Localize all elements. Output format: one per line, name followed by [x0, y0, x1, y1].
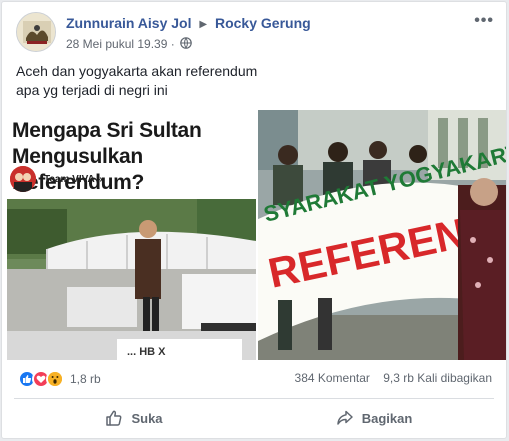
author-avatar[interactable] — [16, 12, 56, 52]
globe-icon[interactable] — [180, 37, 192, 52]
wow-reaction-icon — [46, 370, 64, 388]
shares-count-link[interactable]: 9,3 rb Kali dibagikan — [383, 371, 492, 385]
post-actions-bar: Suka Bagikan — [14, 400, 494, 436]
comments-count-link[interactable]: 384 Komentar — [295, 371, 370, 385]
share-button[interactable]: Bagikan — [254, 400, 494, 436]
post-body-text: Aceh dan yogyakarta akan referendum apa … — [16, 62, 257, 100]
engagement-stats: 384 Komentar 9,3 rb Kali dibagikan — [295, 371, 492, 385]
like-label: Suka — [131, 410, 163, 426]
target-name-link[interactable]: Rocky Gerung — [215, 15, 311, 31]
thumbs-up-icon — [106, 410, 122, 426]
share-arrow-icon — [336, 410, 353, 425]
play-arrow-icon: ▶ — [199, 19, 208, 30]
team-label: Team VIVA » — [44, 173, 103, 185]
meta-separator: · — [170, 37, 175, 51]
reaction-count: 1,8 rb — [70, 372, 101, 386]
post-meta: 28 Mei pukul 19.39 · — [66, 37, 192, 52]
referendum-rally-photo: SYARAKAT YOGYAKARTA REFERENDUM — [258, 110, 506, 360]
attached-image-right[interactable]: SYARAKAT YOGYAKARTA REFERENDUM — [258, 110, 506, 360]
team-avatar-icon — [10, 166, 36, 192]
team-viva-byline: Team VIVA » — [10, 166, 103, 192]
reactions-summary[interactable]: 1,8 rb — [18, 370, 101, 388]
like-button[interactable]: Suka — [14, 400, 254, 436]
post-text-line: Aceh dan yogyakarta akan referendum — [16, 63, 258, 79]
post-text-line: apa yg terjadi di negri ini — [16, 82, 168, 98]
banner-fragment-text: ... HB X — [127, 346, 166, 358]
post-header-names: Zunnurain Aisy Jol ▶ Rocky Gerung — [66, 15, 311, 31]
headline-line-1: Mengapa Sri Sultan — [12, 119, 202, 142]
author-name-link[interactable]: Zunnurain Aisy Jol — [66, 15, 192, 31]
attached-image-left[interactable]: Mengapa Sri Sultan Mengusulkan Referendu… — [7, 110, 256, 360]
share-label: Bagikan — [361, 410, 413, 426]
post-card: Zunnurain Aisy Jol ▶ Rocky Gerung 28 Mei… — [1, 1, 507, 439]
actions-divider — [14, 398, 494, 399]
more-options-icon[interactable]: ••• — [474, 12, 494, 30]
sultan-speech-photo: ... HB X — [7, 199, 256, 360]
post-timestamp-link[interactable]: 28 Mei pukul 19.39 — [66, 37, 167, 51]
